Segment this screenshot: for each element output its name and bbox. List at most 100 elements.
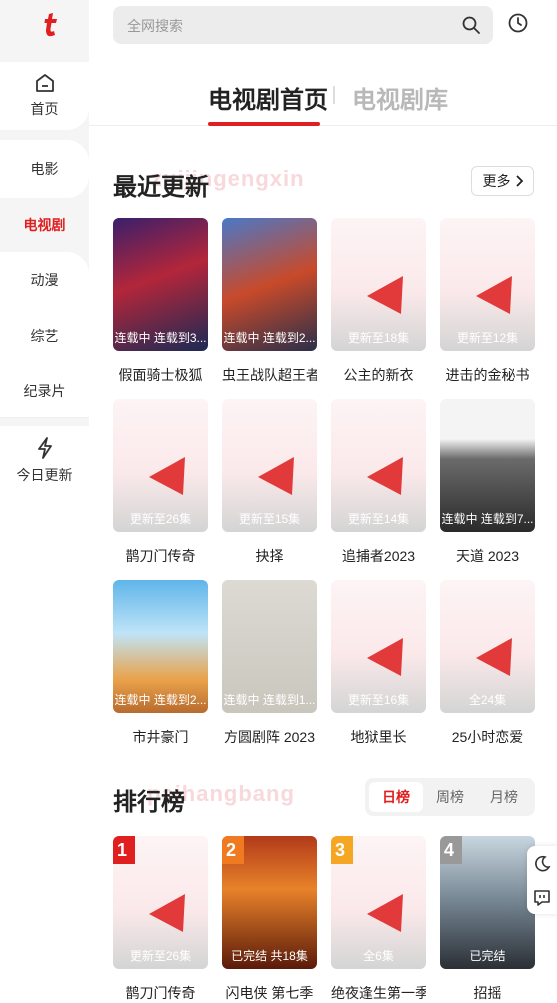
- tab-tv-home[interactable]: 电视剧首页: [208, 80, 328, 115]
- play-placeholder-icon: [474, 274, 514, 319]
- tab-divider: [333, 86, 335, 104]
- poster[interactable]: 更新至14集: [331, 399, 426, 532]
- media-title[interactable]: 市井豪门: [113, 727, 208, 747]
- media-card[interactable]: 连载中 连载到2... 市井豪门: [113, 580, 208, 747]
- episode-status-badge: 连载中 连载到1...: [223, 693, 316, 707]
- media-card[interactable]: 1 更新至26集鹊刀门传奇: [113, 836, 208, 1003]
- tab-monthly[interactable]: 月榜: [477, 782, 531, 812]
- sidebar-fill: [0, 496, 89, 993]
- poster[interactable]: 全24集: [440, 580, 535, 713]
- poster[interactable]: 连载中 连载到1...: [222, 580, 317, 713]
- search-input[interactable]: 全网搜索: [113, 6, 493, 44]
- main-content: 全网搜索 电视剧首页 电视剧库 zuijingengxin 最近更新 更多 连载…: [89, 0, 557, 1001]
- media-title[interactable]: 公主的新衣: [331, 365, 426, 385]
- episode-status-badge: 连载中 连载到3...: [114, 331, 207, 345]
- top-bar: 全网搜索: [89, 0, 557, 52]
- sidebar-item-tv[interactable]: 电视剧: [0, 198, 89, 252]
- sidebar-item-variety[interactable]: 综艺: [0, 308, 89, 364]
- sidebar-item-today-updates[interactable]: 今日更新: [0, 426, 89, 496]
- poster[interactable]: 3 全6集: [331, 836, 426, 969]
- tab-weekly[interactable]: 周榜: [423, 782, 477, 812]
- logo[interactable]: [44, 12, 58, 38]
- channel-tabs: 电视剧首页 电视剧库: [89, 52, 557, 126]
- media-title[interactable]: 闪电侠 第七季: [222, 983, 317, 1003]
- media-card[interactable]: 更新至26集鹊刀门传奇: [113, 399, 208, 566]
- media-card[interactable]: 连载中 连载到1... 方圆剧阵 2023: [222, 580, 317, 747]
- episode-status-badge: 连载中 连载到7...: [441, 512, 534, 526]
- episode-status-badge: 更新至18集: [347, 331, 410, 345]
- media-card[interactable]: 2 已完结 共18集闪电侠 第七季: [222, 836, 317, 1003]
- episode-status-badge: 全24集: [468, 693, 507, 707]
- media-card[interactable]: 更新至15集抉择: [222, 399, 317, 566]
- episode-status-badge: 已完结 共18集: [231, 949, 308, 963]
- sidebar-item-movie[interactable]: 电影: [0, 140, 89, 198]
- feedback-icon[interactable]: [533, 889, 551, 907]
- media-title[interactable]: 假面骑士极狐: [113, 365, 208, 385]
- moon-icon[interactable]: [533, 855, 551, 873]
- media-card[interactable]: 更新至12集进击的金秘书: [440, 218, 535, 385]
- sidebar-item-documentary[interactable]: 纪录片: [0, 364, 89, 418]
- history-icon[interactable]: [507, 12, 529, 34]
- play-placeholder-icon: [365, 892, 405, 937]
- tab-daily[interactable]: 日榜: [369, 782, 423, 812]
- media-card[interactable]: 更新至18集公主的新衣: [331, 218, 426, 385]
- poster[interactable]: 连载中 连载到2...: [113, 580, 208, 713]
- tab-tv-library[interactable]: 电视剧库: [352, 80, 448, 115]
- episode-status-badge: 已完结: [469, 949, 506, 963]
- floating-tools: [527, 846, 557, 914]
- sidebar-item-label: 纪录片: [23, 382, 66, 399]
- episode-status-badge: 更新至16集: [347, 693, 410, 707]
- poster[interactable]: 更新至15集: [222, 399, 317, 532]
- media-title[interactable]: 天道 2023: [440, 546, 535, 566]
- media-card[interactable]: 更新至14集追捕者2023: [331, 399, 426, 566]
- media-card[interactable]: 连载中 连载到7... 天道 2023: [440, 399, 535, 566]
- sidebar-item-home[interactable]: 首页: [0, 62, 89, 130]
- play-placeholder-icon: [365, 636, 405, 681]
- media-title[interactable]: 追捕者2023: [331, 546, 426, 566]
- poster[interactable]: 更新至16集: [331, 580, 426, 713]
- rank-badge: 1: [113, 836, 135, 864]
- media-title[interactable]: 地狱里长: [331, 727, 426, 747]
- search-icon[interactable]: [461, 15, 481, 35]
- media-card[interactable]: 4 已完结招摇: [440, 836, 535, 1003]
- media-title[interactable]: 进击的金秘书: [440, 365, 535, 385]
- media-title[interactable]: 方圆剧阵 2023: [222, 727, 317, 747]
- media-title[interactable]: 绝夜逢生第一季: [331, 983, 426, 1003]
- sidebar-item-label: 动漫: [30, 272, 59, 288]
- ranking-period-switch: 日榜 周榜 月榜: [365, 778, 535, 816]
- media-title[interactable]: 虫王战队超王者: [222, 365, 317, 385]
- poster[interactable]: 连载中 连载到7...: [440, 399, 535, 532]
- sidebar-item-label: 今日更新: [16, 467, 73, 483]
- media-title[interactable]: 25小时恋爱: [440, 727, 535, 747]
- media-card[interactable]: 连载中 连载到2... 虫王战队超王者: [222, 218, 317, 385]
- media-title[interactable]: 鹊刀门传奇: [113, 546, 208, 566]
- play-placeholder-icon: [365, 455, 405, 500]
- poster[interactable]: 更新至18集: [331, 218, 426, 351]
- play-placeholder-icon: [474, 636, 514, 681]
- media-card[interactable]: 3 全6集绝夜逢生第一季: [331, 836, 426, 1003]
- media-title[interactable]: 鹊刀门传奇: [113, 983, 208, 1003]
- media-title[interactable]: 招摇: [440, 983, 535, 1003]
- chevron-right-icon: [515, 175, 523, 187]
- sidebar-item-label: 电影: [30, 161, 59, 177]
- more-button[interactable]: 更多: [471, 166, 534, 196]
- sidebar-item-label: 电视剧: [23, 217, 66, 233]
- section-title-ranking: 排行榜: [113, 789, 185, 816]
- poster[interactable]: 连载中 连载到3...: [113, 218, 208, 351]
- active-tab-indicator: [208, 122, 320, 126]
- media-card[interactable]: 全24集 25小时恋爱: [440, 580, 535, 747]
- media-title[interactable]: 抉择: [222, 546, 317, 566]
- poster[interactable]: 更新至12集: [440, 218, 535, 351]
- poster[interactable]: 更新至26集: [113, 399, 208, 532]
- poster[interactable]: 1 更新至26集: [113, 836, 208, 969]
- episode-status-badge: 更新至14集: [347, 512, 410, 526]
- poster[interactable]: 连载中 连载到2...: [222, 218, 317, 351]
- poster[interactable]: 4 已完结: [440, 836, 535, 969]
- media-card[interactable]: 更新至16集地狱里长: [331, 580, 426, 747]
- sidebar-item-anime[interactable]: 动漫: [0, 252, 89, 308]
- search-placeholder: 全网搜索: [127, 18, 183, 34]
- play-placeholder-icon: [147, 892, 187, 937]
- episode-status-badge: 全6集: [363, 949, 394, 963]
- poster[interactable]: 2 已完结 共18集: [222, 836, 317, 969]
- media-card[interactable]: 连载中 连载到3... 假面骑士极狐: [113, 218, 208, 385]
